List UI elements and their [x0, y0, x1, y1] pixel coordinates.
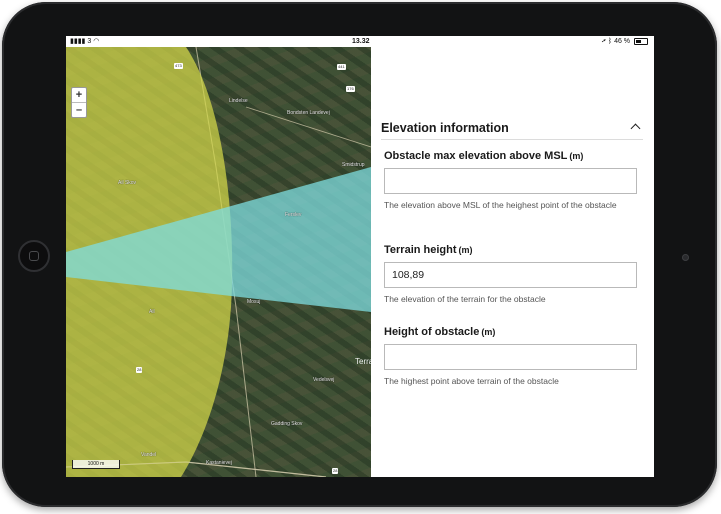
bluetooth-icon: ᛒ [607, 38, 613, 45]
screen: ▮▮▮▮ 3 ◠ 13.32 ➚ ᛒ 46 % Lindelse Bondste… [66, 36, 654, 477]
place-label: Kastanievej [206, 460, 232, 466]
field-help-text: The highest point above terrain of the o… [384, 376, 559, 386]
zoom-control: + – [71, 87, 87, 118]
home-button[interactable] [18, 240, 50, 272]
place-label: Smidstrup [342, 162, 365, 168]
location-arrow-icon: ➚ [601, 38, 606, 45]
place-label: Vedelsvej [313, 377, 335, 383]
field-help-text: The elevation above MSL of the heighest … [384, 200, 617, 210]
field-unit: (m) [569, 151, 584, 161]
field-help-text: The elevation of the terrain for the obs… [384, 294, 546, 304]
field-unit: (m) [458, 245, 473, 255]
chevron-up-icon[interactable] [630, 123, 641, 134]
road-number: 28 [332, 468, 339, 474]
place-label: Bondsten Landevej [287, 110, 330, 116]
place-label: Ail [149, 309, 155, 315]
place-label: Gadding Skov [271, 421, 303, 427]
terrain-height-input[interactable] [384, 262, 637, 288]
place-label: Ail Skov [118, 180, 137, 186]
status-time: 13.32 [352, 38, 370, 45]
field-label-terrain-height: Terrain height (m) [384, 244, 473, 256]
road-number: 441 [337, 64, 346, 70]
field-label-text: Terrain height [384, 244, 457, 256]
field-label-text: Obstacle max elevation above MSL [384, 150, 568, 162]
map-scale-bar: 1000 m [72, 460, 120, 469]
section-header[interactable]: Elevation information [381, 119, 643, 140]
max-elevation-input[interactable] [384, 168, 637, 194]
map-view[interactable]: Lindelse Bondsten Landevej Smidstrup Fer… [66, 47, 371, 477]
zoom-out-button[interactable]: – [72, 103, 86, 117]
place-label: Mosuj [247, 299, 261, 305]
elevation-panel: Elevation information Obstacle max eleva… [371, 47, 654, 477]
place-label: Ferslev [285, 212, 302, 218]
battery-percent: 46 % [614, 38, 631, 45]
section-title: Elevation information [381, 121, 509, 135]
place-label: Lindelse [229, 98, 248, 104]
road-number: 473 [174, 63, 183, 69]
road-number: 28 [136, 367, 143, 373]
field-label-max-elevation: Obstacle max elevation above MSL (m) [384, 150, 583, 162]
status-right: ➚ ᛒ 46 % [602, 36, 648, 47]
field-label-obstacle-height: Height of obstacle (m) [384, 326, 495, 338]
field-unit: (m) [481, 327, 496, 337]
map-edge-label: Terra [355, 357, 371, 366]
signal-indicator: ▮▮▮▮ 3 ◠ [70, 36, 99, 47]
home-square-icon [29, 251, 39, 261]
road-number: 176 [346, 86, 355, 92]
status-bar: ▮▮▮▮ 3 ◠ 13.32 ➚ ᛒ 46 % [66, 36, 654, 47]
signal-carrier: 3 [87, 38, 92, 45]
battery-icon [634, 37, 648, 45]
zoom-in-button[interactable]: + [72, 88, 86, 103]
camera-icon [682, 254, 689, 261]
wifi-icon: ◠ [93, 38, 100, 45]
obstacle-height-input[interactable] [384, 344, 637, 370]
place-label: Vandel [141, 452, 157, 458]
signal-bars-icon: ▮▮▮▮ [70, 38, 86, 45]
field-label-text: Height of obstacle [384, 326, 480, 338]
